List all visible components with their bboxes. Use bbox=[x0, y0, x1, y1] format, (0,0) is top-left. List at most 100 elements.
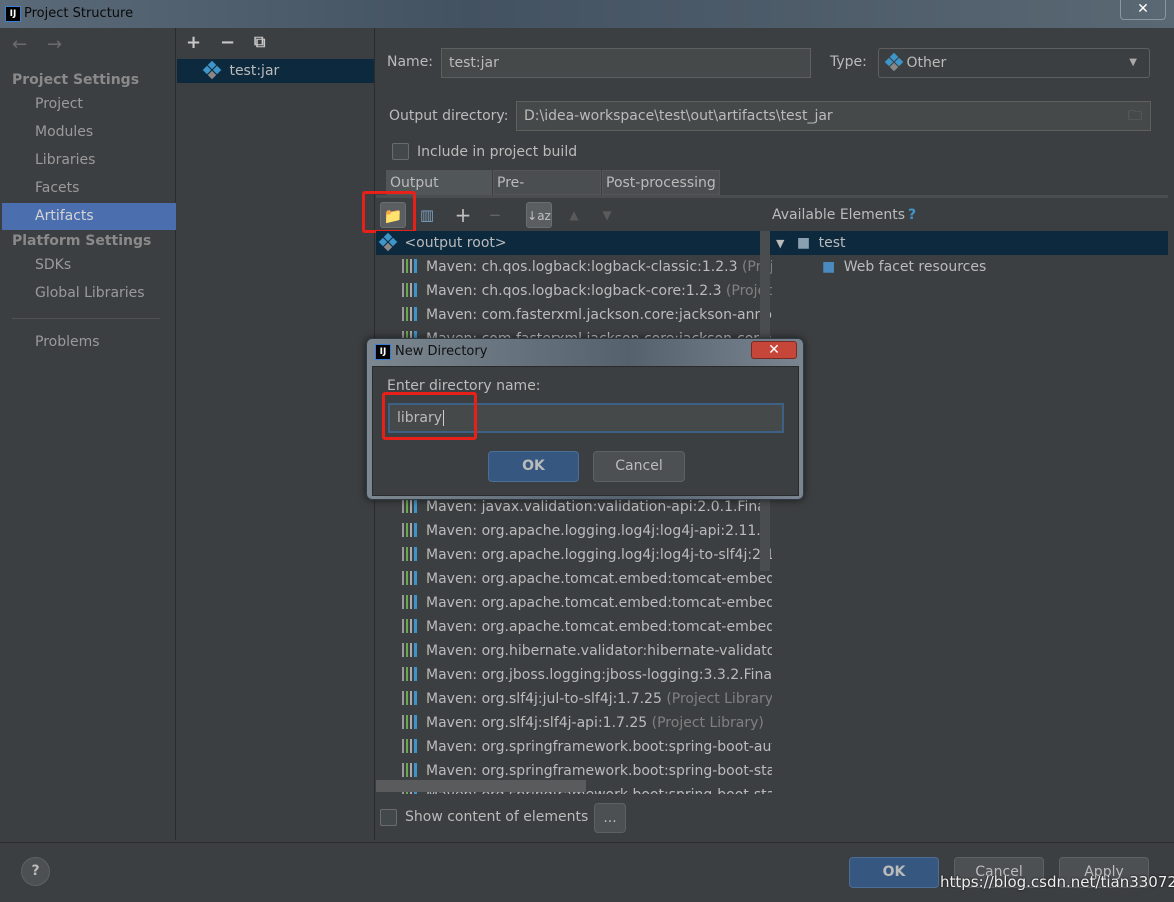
platform-settings-heading: Platform Settings bbox=[12, 233, 152, 249]
library-name: Maven: javax.validation:validation-api:2… bbox=[426, 499, 770, 515]
library-icon bbox=[402, 547, 422, 561]
name-input[interactable]: test:jar bbox=[441, 48, 811, 78]
library-name: Maven: org.apache.tomcat.embed:tomcat-em… bbox=[426, 571, 772, 587]
library-row[interactable]: Maven: org.apache.tomcat.embed:tomcat-em… bbox=[376, 591, 772, 615]
library-row[interactable]: Maven: org.apache.logging.log4j:log4j-to… bbox=[376, 543, 772, 567]
help-icon[interactable]: ? bbox=[908, 207, 916, 223]
folder-browse-icon[interactable]: 🗀 bbox=[1128, 102, 1142, 130]
tab-pre-processing[interactable]: Pre-processing bbox=[493, 170, 601, 216]
artifact-type-icon bbox=[884, 52, 904, 72]
window-close-button[interactable]: ✕ bbox=[1120, 0, 1166, 20]
forward-arrow-icon[interactable]: → bbox=[47, 34, 62, 55]
library-name: Maven: org.apache.logging.log4j:log4j-ap… bbox=[426, 523, 770, 539]
output-directory-value: D:\idea-workspace\test\out\artifacts\tes… bbox=[524, 108, 833, 124]
library-row[interactable]: Maven: org.hibernate.validator:hibernate… bbox=[376, 639, 772, 663]
output-directory-input[interactable]: D:\idea-workspace\test\out\artifacts\tes… bbox=[516, 101, 1151, 131]
library-icon bbox=[402, 523, 422, 537]
library-name: Maven: org.slf4j:slf4j-api:1.7.25 bbox=[426, 715, 648, 731]
highlight-directory-name bbox=[382, 392, 477, 440]
artifact-item[interactable]: test:jar bbox=[177, 59, 374, 83]
dialog-cancel-button[interactable]: Cancel bbox=[593, 451, 685, 482]
library-icon bbox=[402, 691, 422, 705]
dialog-ok-button[interactable]: OK bbox=[488, 451, 579, 482]
highlight-new-directory bbox=[362, 191, 416, 233]
horizontal-scrollbar[interactable] bbox=[376, 780, 586, 792]
library-name: Maven: org.springframework.boot:spring-b… bbox=[426, 763, 772, 779]
tree-item-web-facet[interactable]: ■ Web facet resources bbox=[772, 255, 1168, 279]
type-value: Other bbox=[906, 55, 947, 71]
divider bbox=[12, 318, 160, 319]
sidebar-item-project[interactable]: Project bbox=[2, 91, 176, 118]
add-element-icon[interactable]: + bbox=[450, 202, 476, 228]
sort-icon[interactable]: ↓az bbox=[526, 202, 552, 228]
library-row[interactable]: Maven: com.fasterxml.jackson.core:jackso… bbox=[376, 303, 772, 327]
remove-icon[interactable]: − bbox=[220, 32, 235, 53]
sidebar-item-sdks[interactable]: SDKs bbox=[2, 252, 176, 279]
artifacts-list-panel: + − ⧉ test:jar bbox=[177, 28, 375, 840]
add-icon[interactable]: + bbox=[186, 32, 201, 53]
move-up-icon[interactable]: ▲ bbox=[561, 202, 587, 228]
intellij-logo-icon: IJ bbox=[375, 344, 391, 360]
expand-arrow-icon[interactable]: ▼ bbox=[776, 237, 784, 250]
show-content-label[interactable]: Show content of elements bbox=[405, 809, 588, 825]
library-name: Maven: org.apache.tomcat.embed:tomcat-em… bbox=[426, 619, 772, 635]
output-root-row[interactable]: <output root> bbox=[376, 231, 772, 255]
tab-post-processing[interactable]: Post-processing bbox=[602, 170, 720, 195]
library-icon bbox=[402, 715, 422, 729]
artifact-icon bbox=[202, 60, 222, 80]
library-name: Maven: com.fasterxml.jackson.core:jackso… bbox=[426, 307, 772, 323]
copy-icon[interactable]: ⧉ bbox=[254, 32, 265, 52]
library-icon bbox=[402, 667, 422, 681]
sidebar-item-problems[interactable]: Problems bbox=[2, 329, 176, 356]
more-options-button[interactable]: ... bbox=[594, 803, 626, 833]
library-icon bbox=[402, 259, 422, 273]
web-facet-icon: ■ bbox=[822, 259, 836, 275]
library-name: Maven: ch.qos.logback:logback-classic:1.… bbox=[426, 259, 738, 275]
show-content-checkbox[interactable] bbox=[380, 809, 397, 826]
library-row[interactable]: Maven: ch.qos.logback:logback-core:1.2.3… bbox=[376, 279, 772, 303]
library-row[interactable]: Maven: ch.qos.logback:logback-classic:1.… bbox=[376, 255, 772, 279]
library-row[interactable]: Maven: org.slf4j:jul-to-slf4j:1.7.25 (Pr… bbox=[376, 687, 772, 711]
sidebar-item-libraries[interactable]: Libraries bbox=[2, 147, 176, 174]
type-select[interactable]: Other ▼ bbox=[878, 48, 1150, 78]
include-in-build-checkbox[interactable] bbox=[392, 143, 409, 160]
library-suffix: (Project Library) bbox=[661, 691, 772, 707]
library-icon bbox=[402, 283, 422, 297]
dialog-close-button[interactable]: ✕ bbox=[751, 341, 797, 359]
output-root-label: <output root> bbox=[404, 235, 507, 251]
chevron-down-icon: ▼ bbox=[1129, 57, 1137, 68]
tree-item-label: Web facet resources bbox=[843, 259, 987, 275]
type-label: Type: bbox=[830, 54, 867, 70]
archive-icon[interactable]: ▥ bbox=[414, 202, 440, 228]
library-row[interactable]: Maven: org.apache.tomcat.embed:tomcat-em… bbox=[376, 567, 772, 591]
ok-button[interactable]: OK bbox=[849, 857, 939, 888]
artifact-name: test:jar bbox=[229, 63, 280, 79]
library-row[interactable]: Maven: org.jboss.logging:jboss-logging:3… bbox=[376, 663, 772, 687]
back-arrow-icon[interactable]: ← bbox=[12, 34, 27, 55]
sidebar-item-facets[interactable]: Facets bbox=[2, 175, 176, 202]
library-row[interactable]: Maven: org.apache.tomcat.embed:tomcat-em… bbox=[376, 615, 772, 639]
move-down-icon[interactable]: ▼ bbox=[594, 202, 620, 228]
library-row[interactable]: Maven: org.springframework.boot:spring-b… bbox=[376, 735, 772, 759]
dialog-title: New Directory bbox=[395, 344, 488, 359]
output-directory-label: Output directory: bbox=[389, 108, 509, 124]
project-settings-heading: Project Settings bbox=[12, 72, 140, 88]
library-row[interactable]: Maven: org.slf4j:slf4j-api:1.7.25 (Proje… bbox=[376, 711, 772, 735]
sidebar-item-global-libraries[interactable]: Global Libraries bbox=[2, 280, 176, 307]
library-icon bbox=[402, 619, 422, 633]
sidebar-item-modules[interactable]: Modules bbox=[2, 119, 176, 146]
help-button[interactable]: ? bbox=[21, 857, 50, 886]
artifact-icon bbox=[378, 232, 398, 252]
library-icon bbox=[402, 595, 422, 609]
library-name: Maven: org.hibernate.validator:hibernate… bbox=[426, 643, 772, 659]
watermark: https://blog.csdn.net/tian330726 bbox=[940, 873, 1174, 891]
remove-element-icon[interactable]: − bbox=[482, 202, 508, 228]
layout-toolbar: 📁 ▥ + − ↓az ▲ ▼ bbox=[376, 198, 774, 231]
name-label: Name: bbox=[387, 54, 434, 70]
include-in-build-label[interactable]: Include in project build bbox=[417, 144, 577, 160]
title-bar: IJ Project Structure ✕ bbox=[0, 0, 1174, 28]
library-icon bbox=[402, 571, 422, 585]
tree-item-test[interactable]: ▼ ■ test bbox=[772, 231, 1168, 255]
library-row[interactable]: Maven: org.apache.logging.log4j:log4j-ap… bbox=[376, 519, 772, 543]
sidebar-item-artifacts[interactable]: Artifacts bbox=[2, 203, 176, 230]
